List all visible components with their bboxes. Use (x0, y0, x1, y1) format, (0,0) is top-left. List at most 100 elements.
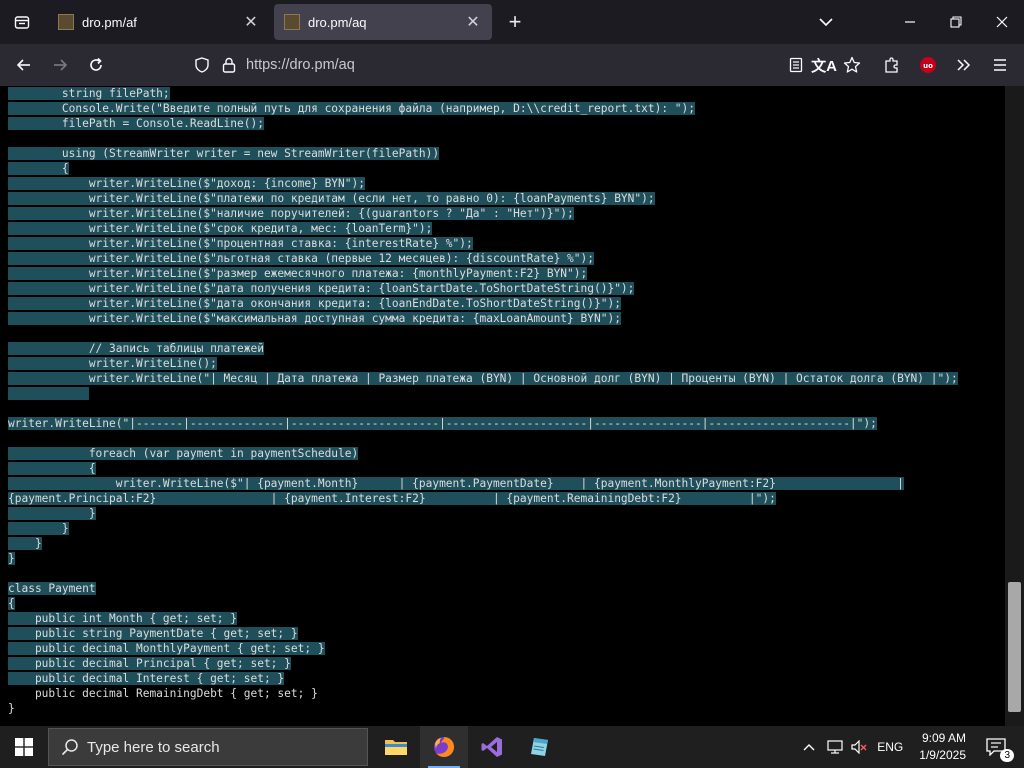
code-line-text: public string PaymentDate { get; set; } (8, 627, 298, 640)
code-line: using (StreamWriter writer = new StreamW… (8, 146, 958, 161)
back-arrow-icon[interactable] (6, 44, 42, 86)
search-placeholder: Type here to search (87, 738, 220, 756)
clock-date: 1/9/2025 (919, 748, 966, 762)
extensions-puzzle-icon[interactable] (874, 44, 910, 86)
forward-arrow-icon[interactable] (42, 44, 78, 86)
url-text[interactable]: https://dro.pm/aq (246, 57, 355, 73)
code-line: filePath = Console.ReadLine(); (8, 116, 958, 131)
code-line: public decimal Interest { get; set; } (8, 671, 958, 686)
more-tools-chevrons-icon[interactable] (946, 44, 982, 86)
address-bar[interactable]: https://dro.pm/aq (186, 50, 770, 80)
vertical-scrollbar[interactable] (1005, 86, 1024, 726)
code-line: public decimal Principal { get; set; } (8, 656, 958, 671)
code-line: writer.WriteLine(); (8, 356, 958, 371)
visual-studio-icon[interactable] (468, 726, 516, 768)
code-text[interactable]: string filePath; Console.Write("Введите … (8, 86, 958, 716)
reload-icon[interactable] (78, 44, 114, 86)
tab-overview-icon[interactable] (4, 0, 40, 44)
code-line: writer.WriteLine($"платежи по кредитам (… (8, 191, 958, 206)
code-line: Console.Write("Введите полный путь для с… (8, 101, 958, 116)
code-line-text: {payment.Principal:F2} | {payment.Intere… (8, 492, 776, 505)
code-line-text: writer.WriteLine($"размер ежемесячного п… (8, 267, 588, 280)
close-tab-icon[interactable]: ✕ (242, 12, 260, 32)
code-line-text: writer.WriteLine($"максимальная доступна… (8, 312, 621, 325)
scrollbar-thumb[interactable] (1008, 582, 1021, 712)
menu-hamburger-icon[interactable] (982, 44, 1018, 86)
code-line-text: filePath = Console.ReadLine(); (8, 117, 264, 130)
file-explorer-icon[interactable] (372, 726, 420, 768)
taskbar-search-box[interactable]: Type here to search (48, 728, 368, 766)
site-favicon-icon (58, 14, 74, 30)
code-line: writer.WriteLine($"льготная ставка (перв… (8, 251, 958, 266)
code-line: public decimal MonthlyPayment { get; set… (8, 641, 958, 656)
notifications-icon[interactable]: 3 (986, 738, 1014, 762)
code-line-text: writer.WriteLine($"платежи по кредитам (… (8, 192, 655, 205)
tab-strip: dro.pm/af ✕ dro.pm/aq ✕ + (0, 0, 1024, 44)
code-line: writer.WriteLine($"| {payment.Month} | {… (8, 476, 958, 491)
code-line: writer.WriteLine($"максимальная доступна… (8, 311, 958, 326)
code-line: foreach (var payment in paymentSchedule) (8, 446, 958, 461)
code-line: } (8, 551, 958, 566)
close-tab-icon[interactable]: ✕ (464, 12, 482, 32)
code-line: } (8, 536, 958, 551)
ublock-origin-icon[interactable]: uo (910, 44, 946, 86)
tab-dro-aq[interactable]: dro.pm/aq ✕ (274, 4, 492, 40)
code-line-text: } (8, 522, 69, 535)
code-line: writer.WriteLine("|-------|-------------… (8, 416, 958, 431)
clock-time: 9:09 AM (921, 731, 966, 745)
code-line-text: writer.WriteLine($"льготная ставка (перв… (8, 252, 594, 265)
volume-muted-icon[interactable] (851, 740, 867, 754)
shield-icon[interactable] (194, 57, 210, 78)
clock[interactable]: 9:09 AM 1/9/2025 (919, 730, 966, 764)
code-line: writer.WriteLine($"процентная ставка: {i… (8, 236, 958, 251)
tab-title: dro.pm/aq (308, 14, 367, 30)
tab-dro-af[interactable]: dro.pm/af ✕ (48, 4, 270, 40)
tab-title: dro.pm/af (82, 14, 137, 30)
code-line-text: writer.WriteLine("| Месяц | Дата платежа… (8, 372, 958, 385)
restore-icon[interactable] (934, 0, 978, 44)
bookmark-star-icon[interactable] (834, 44, 870, 86)
code-line: writer.WriteLine($"срок кредита, мес: {l… (8, 221, 958, 236)
site-favicon-icon (284, 14, 300, 30)
network-icon[interactable] (827, 740, 843, 754)
show-hidden-icons-chevron-up-icon[interactable] (803, 743, 815, 751)
minimize-icon[interactable] (888, 0, 932, 44)
code-line-text: writer.WriteLine($"дата получения кредит… (8, 282, 635, 295)
code-line: writer.WriteLine($"размер ежемесячного п… (8, 266, 958, 281)
navigation-toolbar: https://dro.pm/aq 文A uo (0, 44, 1024, 86)
code-line-text: using (StreamWriter writer = new StreamW… (8, 147, 440, 160)
windows-start-icon[interactable] (0, 726, 48, 768)
code-line: writer.WriteLine($"дата окончания кредит… (8, 296, 958, 311)
code-line: // Запись таблицы платежей (8, 341, 958, 356)
code-line-text: { (8, 162, 69, 175)
list-tabs-chevron-down-icon[interactable] (808, 0, 844, 44)
code-line: public string PaymentDate { get; set; } (8, 626, 958, 641)
code-line-text: } (8, 702, 15, 715)
firefox-icon[interactable] (420, 726, 468, 768)
code-line-text: writer.WriteLine(); (8, 357, 217, 370)
code-line: { (8, 596, 958, 611)
code-line-text: writer.WriteLine($"доход: {income} BYN")… (8, 177, 365, 190)
code-line-text: string filePath; (8, 87, 170, 100)
code-line: { (8, 161, 958, 176)
code-line-text: { (8, 462, 96, 475)
code-line-text: public decimal Principal { get; set; } (8, 657, 291, 670)
code-line-text: writer.WriteLine($"дата окончания кредит… (8, 297, 621, 310)
lock-icon[interactable] (222, 57, 236, 78)
code-line: class Payment (8, 581, 958, 596)
new-tab-icon[interactable]: + (498, 0, 532, 44)
code-line: writer.WriteLine($"дата получения кредит… (8, 281, 958, 296)
code-line: writer.WriteLine("| Месяц | Дата платежа… (8, 371, 958, 386)
system-tray: ENG 9:09 AM 1/9/2025 3 (803, 726, 1024, 768)
code-line: writer.WriteLine($"доход: {income} BYN")… (8, 176, 958, 191)
search-icon (61, 738, 79, 756)
code-line-text: writer.WriteLine($"срок кредита, мес: {l… (8, 222, 433, 235)
code-line-text: writer.WriteLine($"| {payment.Month} | {… (8, 477, 904, 490)
notepad-app-icon[interactable] (516, 726, 564, 768)
input-language[interactable]: ENG (877, 740, 903, 754)
close-window-icon[interactable] (980, 0, 1024, 44)
svg-text:uo: uo (923, 62, 933, 70)
